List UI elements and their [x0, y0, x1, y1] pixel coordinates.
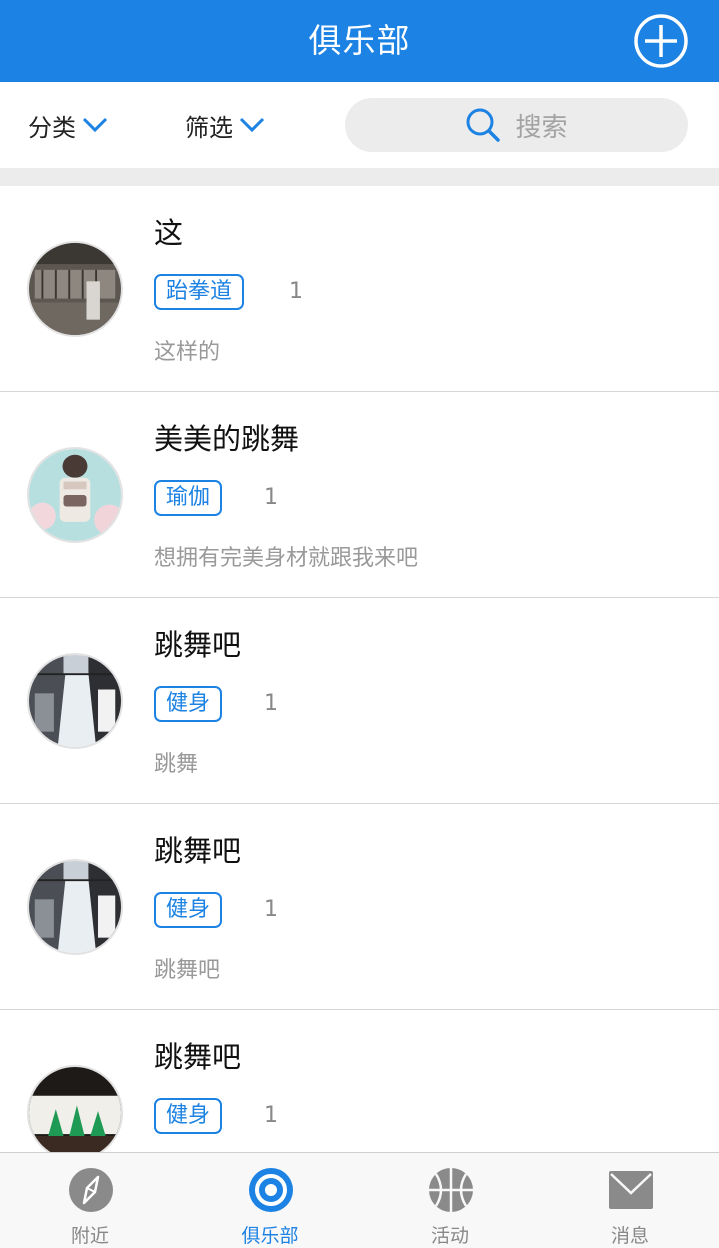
target-icon — [249, 1168, 293, 1212]
list-item[interactable]: 跳舞吧 健身 1 — [0, 1010, 719, 1152]
category-tag: 健身 — [154, 892, 223, 928]
avatar — [27, 859, 123, 955]
search-input[interactable]: 搜索 — [345, 98, 688, 152]
club-name: 美美的跳舞 — [154, 422, 300, 456]
club-description: 跳舞 — [154, 752, 199, 777]
member-count: 1 — [264, 897, 278, 922]
category-tag: 瑜伽 — [154, 480, 223, 516]
list-item[interactable]: 跳舞吧 健身 1 跳舞 — [0, 598, 719, 804]
category-tag: 跆拳道 — [154, 274, 245, 310]
club-name: 跳舞吧 — [154, 834, 242, 868]
search-placeholder: 搜索 — [515, 112, 568, 143]
add-club-button[interactable] — [633, 13, 689, 69]
club-description: 想拥有完美身材就跟我来吧 — [154, 546, 419, 571]
category-label: 分类 — [28, 113, 76, 142]
filter-label: 筛选 — [185, 113, 233, 142]
section-divider — [0, 168, 719, 186]
club-description: 跳舞吧 — [154, 958, 221, 983]
tab-label: 俱乐部 — [241, 1225, 299, 1247]
category-tag: 健身 — [154, 1098, 223, 1134]
search-icon — [466, 108, 501, 142]
envelope-icon — [609, 1171, 653, 1209]
member-count: 1 — [264, 1103, 278, 1128]
member-count: 1 — [289, 279, 303, 304]
club-name: 这 — [154, 216, 184, 250]
app-header: 俱乐部 — [0, 0, 719, 82]
filter-dropdown[interactable]: 筛选 — [185, 82, 265, 168]
filter-bar: 分类 筛选 搜索 — [0, 82, 719, 168]
club-name: 跳舞吧 — [154, 1040, 242, 1074]
member-count: 1 — [264, 691, 278, 716]
tab-label: 消息 — [610, 1225, 649, 1247]
member-count: 1 — [264, 485, 278, 510]
tab-label: 活动 — [430, 1225, 469, 1247]
club-list: 这 跆拳道 1 这样的 美美的跳舞 瑜伽 1 想拥有完美身材就跟我来吧 跳舞吧 … — [0, 186, 719, 1152]
tab-nearby[interactable]: 附近 — [0, 1153, 180, 1248]
category-dropdown[interactable]: 分类 — [28, 82, 108, 168]
plus-circle-icon — [634, 14, 688, 68]
tab-club[interactable]: 俱乐部 — [180, 1153, 360, 1248]
avatar — [27, 447, 123, 543]
avatar — [27, 1065, 123, 1152]
tab-label: 附近 — [70, 1225, 109, 1247]
avatar — [27, 653, 123, 749]
basketball-icon — [429, 1168, 473, 1212]
bottom-tab-bar: 附近 俱乐部 活动 消息 — [0, 1152, 719, 1248]
tab-activity[interactable]: 活动 — [360, 1153, 540, 1248]
club-description: 这样的 — [154, 340, 221, 365]
club-name: 跳舞吧 — [154, 628, 242, 662]
compass-icon — [69, 1168, 113, 1212]
tab-messages[interactable]: 消息 — [540, 1153, 719, 1248]
list-item[interactable]: 跳舞吧 健身 1 跳舞吧 — [0, 804, 719, 1010]
avatar — [27, 241, 123, 337]
chevron-down-icon — [239, 117, 265, 133]
list-item[interactable]: 这 跆拳道 1 这样的 — [0, 186, 719, 392]
category-tag: 健身 — [154, 686, 223, 722]
page-title: 俱乐部 — [308, 21, 411, 60]
list-item[interactable]: 美美的跳舞 瑜伽 1 想拥有完美身材就跟我来吧 — [0, 392, 719, 598]
chevron-down-icon — [82, 117, 108, 133]
